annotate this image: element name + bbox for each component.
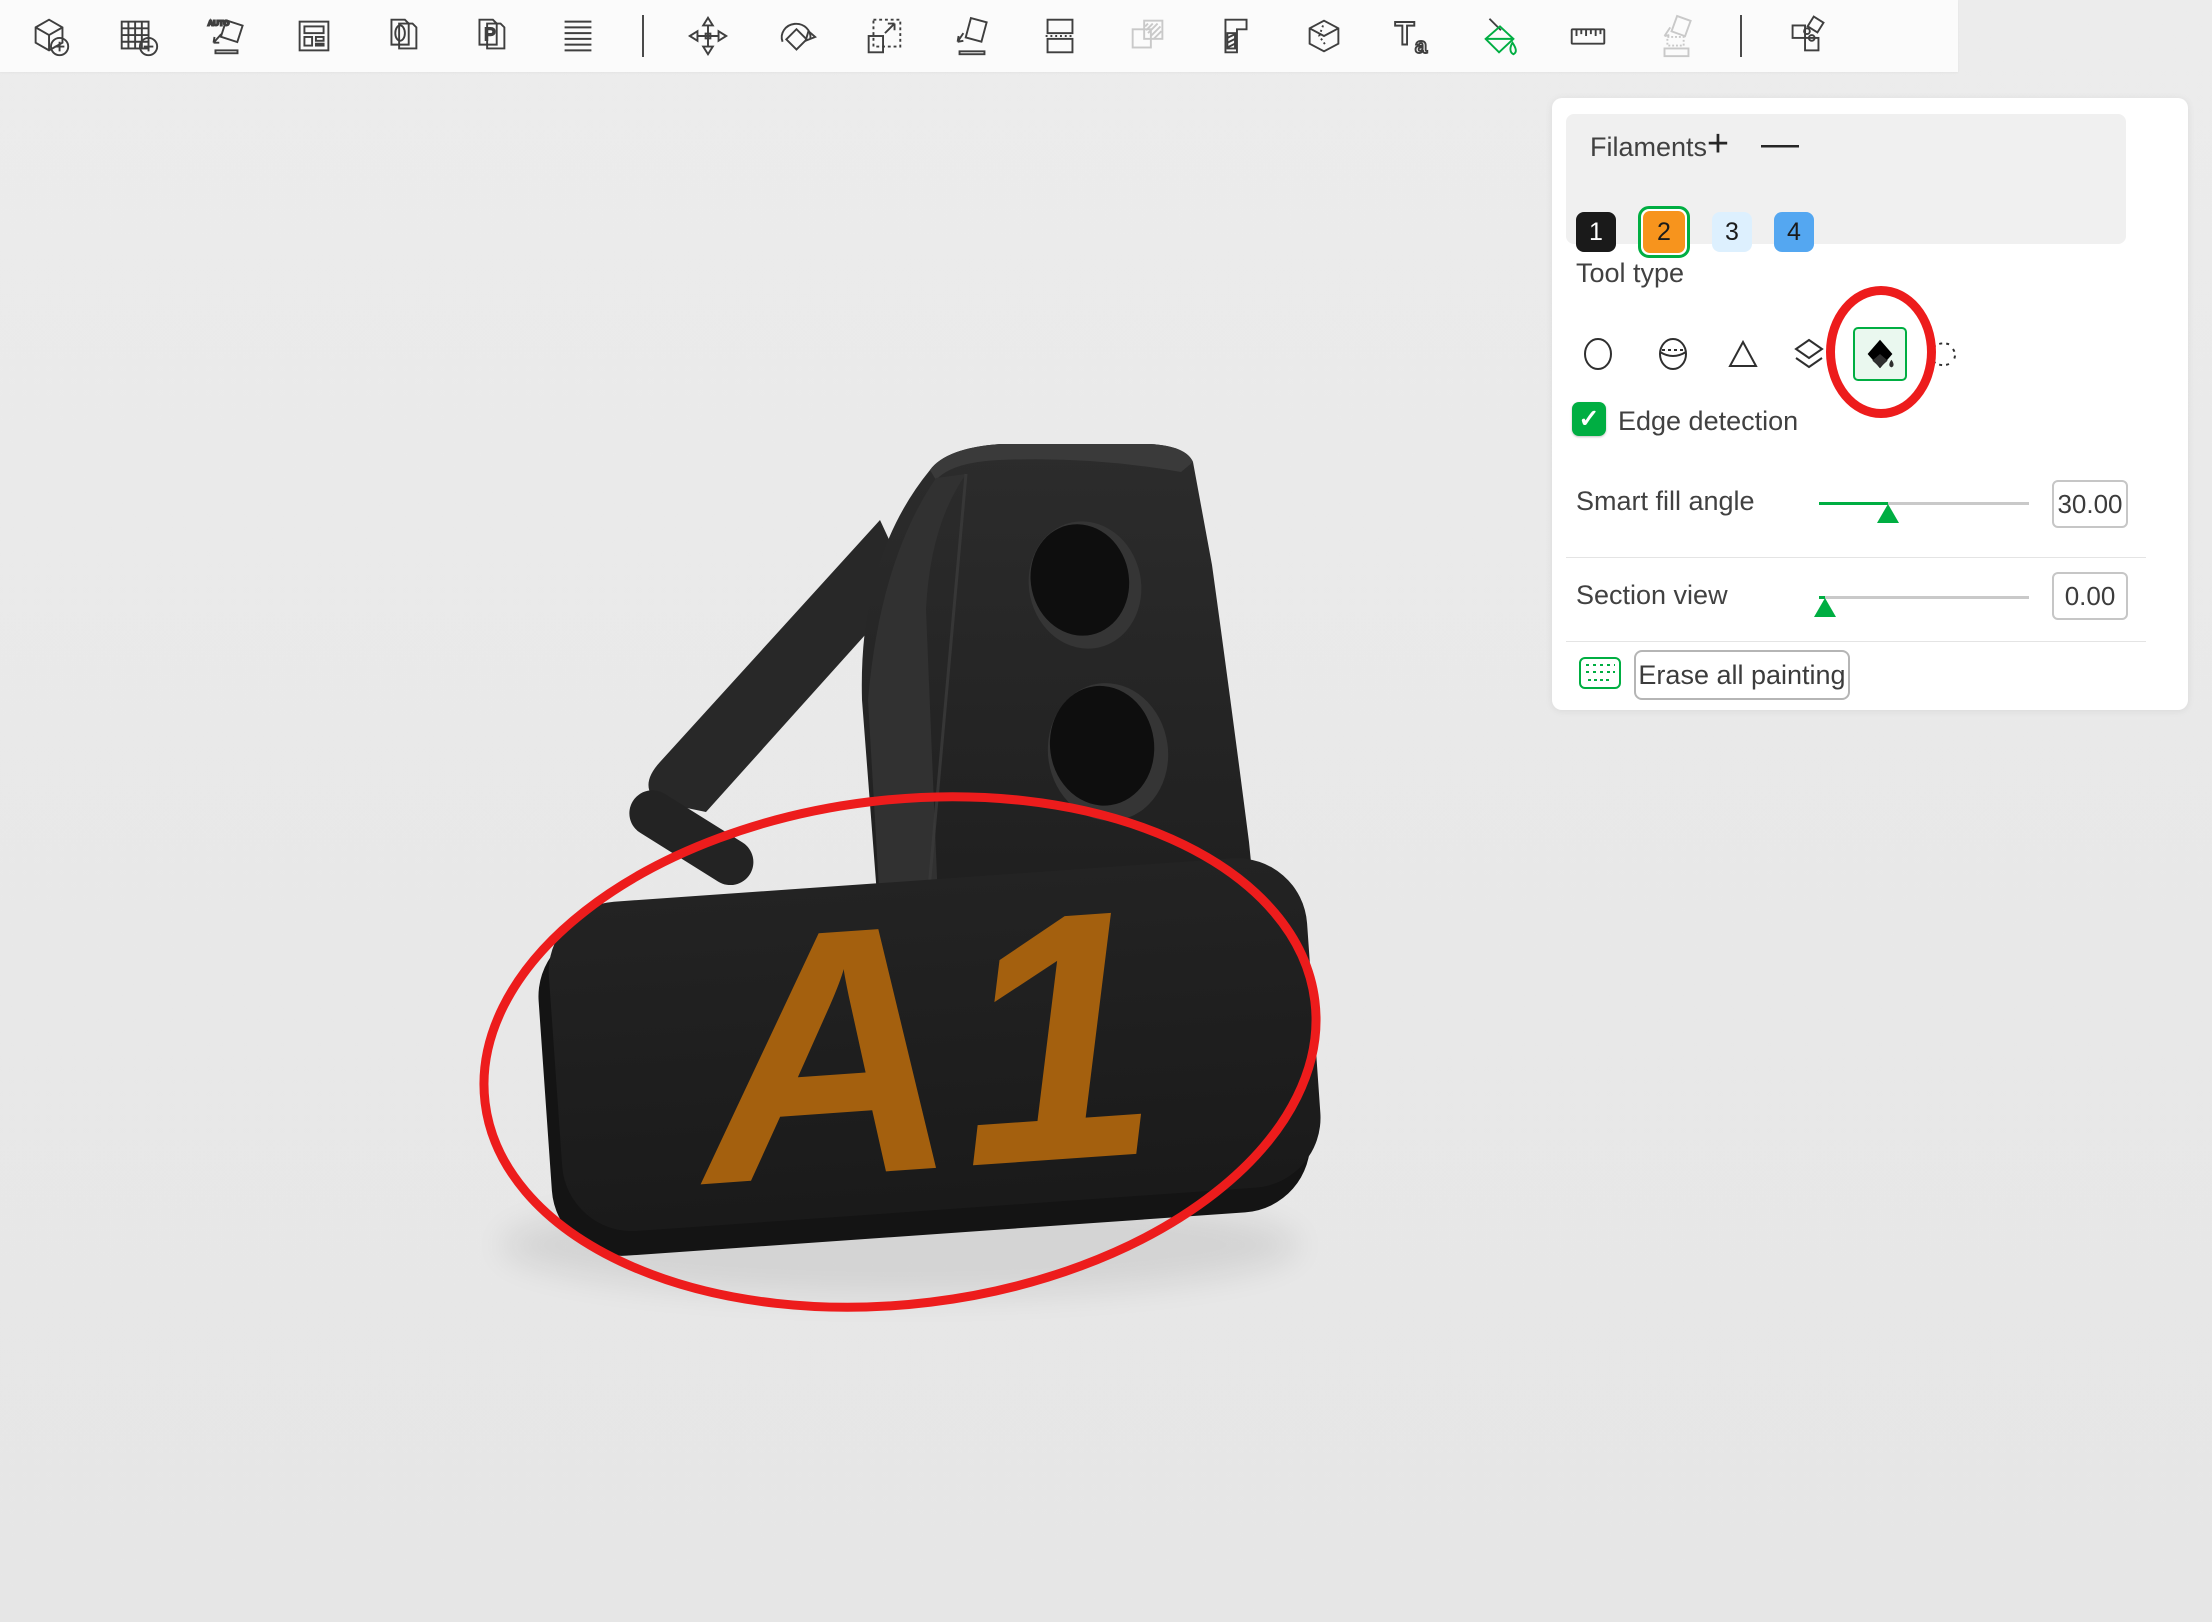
sphere-tool-button[interactable] [1652, 333, 1694, 375]
divider-2 [1566, 641, 2146, 642]
height-range-tool-button[interactable] [1788, 333, 1830, 375]
toolbar-separator-2 [1740, 15, 1742, 57]
filament-chip-4[interactable]: 4 [1774, 212, 1814, 252]
filament-chip-1[interactable]: 1 [1576, 212, 1616, 252]
edge-detection-label: Edge detection [1618, 406, 1798, 437]
smart-fill-angle-slider[interactable] [1819, 502, 2029, 505]
assembly-button[interactable] [1782, 12, 1830, 60]
add-object-icon [27, 13, 73, 59]
tool-type-label: Tool type [1576, 258, 1684, 289]
divider-1 [1566, 557, 2146, 558]
plate-setting-p-icon: P [467, 13, 513, 59]
smart-fill-angle-valuebox [2052, 480, 2128, 528]
svg-text:P: P [484, 24, 496, 44]
erase-all-painting-button[interactable]: Erase all painting [1634, 650, 1850, 700]
fill-tool-icon [1860, 334, 1900, 374]
tool-type-row [1552, 326, 2188, 382]
mesh-boolean-icon [1125, 13, 1171, 59]
filament-chip-2[interactable]: 2 [1643, 211, 1685, 253]
section-view-input[interactable] [2054, 574, 2126, 618]
rotate-icon [773, 13, 819, 59]
section-view-label: Section view [1576, 580, 1728, 611]
section-view-slider-thumb[interactable] [1814, 598, 1836, 617]
variable-layer-height-button[interactable] [1212, 12, 1260, 60]
svg-text:a: a [1415, 33, 1428, 58]
model-label-text: A1 [675, 833, 1174, 1259]
rotate-button[interactable] [772, 12, 820, 60]
filament-chip-3[interactable]: 3 [1712, 212, 1752, 252]
main-toolbar: AUTO P [0, 0, 1958, 72]
filaments-title: Filaments [1590, 132, 1707, 163]
section-view-valuebox [2052, 572, 2128, 620]
toolbar-separator-1 [642, 15, 644, 57]
text-tool-button[interactable]: T a [1388, 12, 1436, 60]
measure-icon [1565, 13, 1611, 59]
arrange-icon [291, 13, 337, 59]
arrange-button[interactable] [290, 12, 338, 60]
cut-icon [1037, 13, 1083, 59]
filament-chip-2-selected-ring: 2 [1638, 206, 1690, 258]
section-cube-icon [1301, 13, 1347, 59]
object-list-icon [555, 13, 601, 59]
filament-chips: 1 2 3 4 [1576, 206, 1836, 258]
color-painting-icon [1477, 13, 1523, 59]
filaments-section: Filaments + — 1 2 3 4 [1566, 114, 2126, 244]
auto-orient-button[interactable]: AUTO [202, 12, 250, 60]
add-filament-button[interactable]: + [1696, 122, 1740, 166]
add-object-button[interactable] [26, 12, 74, 60]
variable-layer-height-icon [1213, 13, 1259, 59]
color-painting-button[interactable] [1476, 12, 1524, 60]
edge-detection-checkbox[interactable]: ✓ [1572, 402, 1606, 436]
smart-fill-angle-input[interactable] [2054, 482, 2126, 526]
lay-on-face-button[interactable] [948, 12, 996, 60]
mesh-boolean-button[interactable] [1124, 12, 1172, 60]
scale-icon [861, 13, 907, 59]
plate-setting-0-icon [379, 13, 425, 59]
gap-fill-tool-icon [1923, 333, 1965, 375]
smart-fill-angle-label: Smart fill angle [1576, 486, 1755, 517]
add-plate-icon [115, 13, 161, 59]
fill-tool-button[interactable] [1853, 327, 1907, 381]
circle-tool-button[interactable] [1577, 333, 1619, 375]
assembly-icon [1783, 13, 1829, 59]
plate-setting-0-button[interactable] [378, 12, 426, 60]
sphere-tool-icon [1652, 333, 1694, 375]
svg-text:T: T [1395, 16, 1415, 52]
move-icon [685, 13, 731, 59]
support-painting-button[interactable] [1652, 12, 1700, 60]
keyboard-shortcut-icon [1578, 656, 1622, 690]
measure-button[interactable] [1564, 12, 1612, 60]
text-tool-icon: T a [1389, 13, 1435, 59]
auto-orient-icon: AUTO [203, 13, 249, 59]
support-painting-icon [1653, 13, 1699, 59]
object-list-button[interactable] [554, 12, 602, 60]
cut-button[interactable] [1036, 12, 1084, 60]
section-view-slider[interactable] [1819, 596, 2029, 599]
triangle-tool-icon [1722, 333, 1764, 375]
smart-fill-angle-slider-thumb[interactable] [1877, 504, 1899, 523]
height-range-tool-icon [1788, 333, 1830, 375]
gap-fill-tool-button[interactable] [1923, 333, 1965, 375]
plate-setting-p-button[interactable]: P [466, 12, 514, 60]
triangle-tool-button[interactable] [1722, 333, 1764, 375]
remove-filament-button[interactable]: — [1758, 122, 1802, 166]
section-cube-button[interactable] [1300, 12, 1348, 60]
scale-button[interactable] [860, 12, 908, 60]
circle-tool-icon [1577, 333, 1619, 375]
move-button[interactable] [684, 12, 732, 60]
lay-on-face-icon [949, 13, 995, 59]
color-painting-panel: Filaments + — 1 2 3 4 Tool type [1552, 98, 2188, 710]
add-plate-button[interactable] [114, 12, 162, 60]
